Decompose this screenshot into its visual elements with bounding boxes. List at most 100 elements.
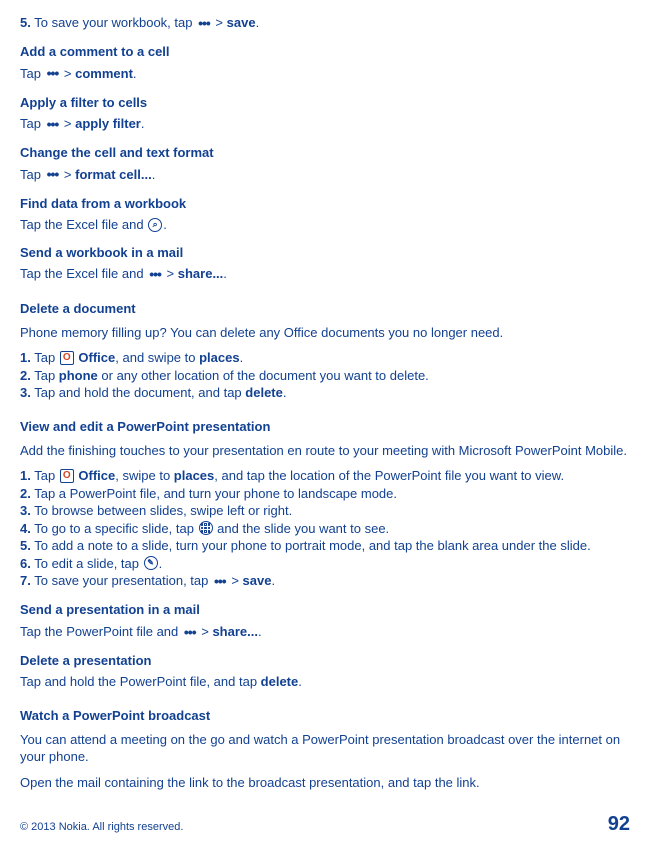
label: apply filter	[75, 116, 141, 131]
text: Tap	[31, 368, 59, 383]
text: Tap	[31, 468, 59, 483]
text: Tap a PowerPoint file, and turn your pho…	[31, 486, 397, 501]
section-format-cell: Change the cell and text format Tap ••• …	[20, 144, 630, 185]
office-label: Office	[75, 350, 115, 365]
heading: Add a comment to a cell	[20, 43, 630, 61]
copyright: © 2013 Nokia. All rights reserved.	[20, 820, 183, 835]
text: Tap and hold the document, and tap	[31, 385, 245, 400]
step-number: 7.	[20, 573, 31, 588]
topic-view-edit-ppt: View and edit a PowerPoint presentation …	[20, 418, 630, 591]
step-number: 4.	[20, 521, 31, 536]
text: To save your workbook, tap	[31, 15, 196, 30]
text: Tap	[20, 167, 45, 182]
text: >	[60, 167, 75, 182]
label: format cell...	[75, 167, 152, 182]
intro: Phone memory filling up? You can delete …	[20, 324, 630, 342]
topic-watch-broadcast: Watch a PowerPoint broadcast You can att…	[20, 707, 630, 791]
label: share...	[178, 266, 224, 281]
section-send-presentation: Send a presentation in a mail Tap the Po…	[20, 601, 630, 642]
intro: Add the finishing touches to your presen…	[20, 442, 630, 460]
step-number: 1.	[20, 350, 31, 365]
heading: Apply a filter to cells	[20, 94, 630, 112]
step-3: 3. Tap and hold the document, and tap de…	[20, 384, 630, 402]
step-number: 3.	[20, 503, 31, 518]
step-5: 5. To add a note to a slide, turn your p…	[20, 537, 630, 555]
step-number: 6.	[20, 556, 31, 571]
text: To go to a specific slide, tap	[31, 521, 198, 536]
step-number: 5.	[20, 15, 31, 30]
text: .	[152, 167, 156, 182]
text: To browse between slides, swipe left or …	[31, 503, 292, 518]
step-save-workbook: 5. To save your workbook, tap ••• > save…	[20, 14, 630, 33]
text: or any other location of the document yo…	[98, 368, 429, 383]
heading: Send a workbook in a mail	[20, 244, 630, 262]
more-icon: •••	[182, 623, 198, 642]
text: , swipe to	[115, 468, 174, 483]
text: >	[198, 624, 213, 639]
more-icon: •••	[147, 265, 163, 284]
step-number: 1.	[20, 468, 31, 483]
step-7: 7. To save your presentation, tap ••• > …	[20, 572, 630, 591]
text: Tap the PowerPoint file and	[20, 624, 182, 639]
office-icon: O	[60, 351, 74, 365]
text: .	[258, 624, 262, 639]
text: >	[60, 116, 75, 131]
office-icon: O	[60, 469, 74, 483]
heading: Find data from a workbook	[20, 195, 630, 213]
body: Tap ••• > apply filter.	[20, 115, 630, 134]
step-number: 3.	[20, 385, 31, 400]
edit-icon: ✎	[144, 556, 158, 570]
text: .	[163, 217, 167, 232]
step-2: 2. Tap phone or any other location of th…	[20, 367, 630, 385]
text: .	[283, 385, 287, 400]
step-number: 5.	[20, 538, 31, 553]
body: Tap the PowerPoint file and ••• > share.…	[20, 623, 630, 642]
text: .	[298, 674, 302, 689]
section-find-data: Find data from a workbook Tap the Excel …	[20, 195, 630, 234]
text: To add a note to a slide, turn your phon…	[31, 538, 591, 553]
text: .	[223, 266, 227, 281]
step-4: 4. To go to a specific slide, tap and th…	[20, 520, 630, 538]
topic-delete-document: Delete a document Phone memory filling u…	[20, 300, 630, 402]
text: >	[60, 66, 75, 81]
text: Tap	[31, 350, 59, 365]
section-apply-filter: Apply a filter to cells Tap ••• > apply …	[20, 94, 630, 135]
more-icon: •••	[45, 64, 61, 83]
footer: © 2013 Nokia. All rights reserved. 92	[20, 811, 630, 838]
text: and the slide you want to see.	[214, 521, 390, 536]
slides-icon	[199, 521, 213, 535]
step-number: 2.	[20, 368, 31, 383]
step-6: 6. To edit a slide, tap ✎.	[20, 555, 630, 573]
phone-label: phone	[59, 368, 98, 383]
para-2: Open the mail containing the link to the…	[20, 774, 630, 792]
places-label: places	[199, 350, 239, 365]
more-icon: •••	[45, 115, 61, 134]
body: Tap and hold the PowerPoint file, and ta…	[20, 673, 630, 691]
step-number: 2.	[20, 486, 31, 501]
text: To save your presentation, tap	[31, 573, 212, 588]
search-icon: ⌕	[148, 218, 162, 232]
label: delete	[261, 674, 299, 689]
places-label: places	[174, 468, 214, 483]
text: >	[163, 266, 178, 281]
body: Tap ••• > format cell....	[20, 166, 630, 185]
step-3: 3. To browse between slides, swipe left …	[20, 502, 630, 520]
heading: Delete a presentation	[20, 652, 630, 670]
text: , and swipe to	[115, 350, 199, 365]
text: To edit a slide, tap	[31, 556, 143, 571]
text: Tap the Excel file and	[20, 217, 147, 232]
heading: View and edit a PowerPoint presentation	[20, 418, 630, 436]
text: .	[141, 116, 145, 131]
text: Tap	[20, 116, 45, 131]
text: >	[228, 573, 243, 588]
body: Tap the Excel file and ⌕.	[20, 216, 630, 234]
heading: Delete a document	[20, 300, 630, 318]
heading: Change the cell and text format	[20, 144, 630, 162]
more-icon: •••	[196, 14, 212, 33]
more-icon: •••	[45, 165, 61, 184]
text: >	[212, 15, 227, 30]
text: Tap the Excel file and	[20, 266, 147, 281]
section-delete-presentation: Delete a presentation Tap and hold the P…	[20, 652, 630, 691]
text: , and tap the location of the PowerPoint…	[214, 468, 564, 483]
step-2: 2. Tap a PowerPoint file, and turn your …	[20, 485, 630, 503]
